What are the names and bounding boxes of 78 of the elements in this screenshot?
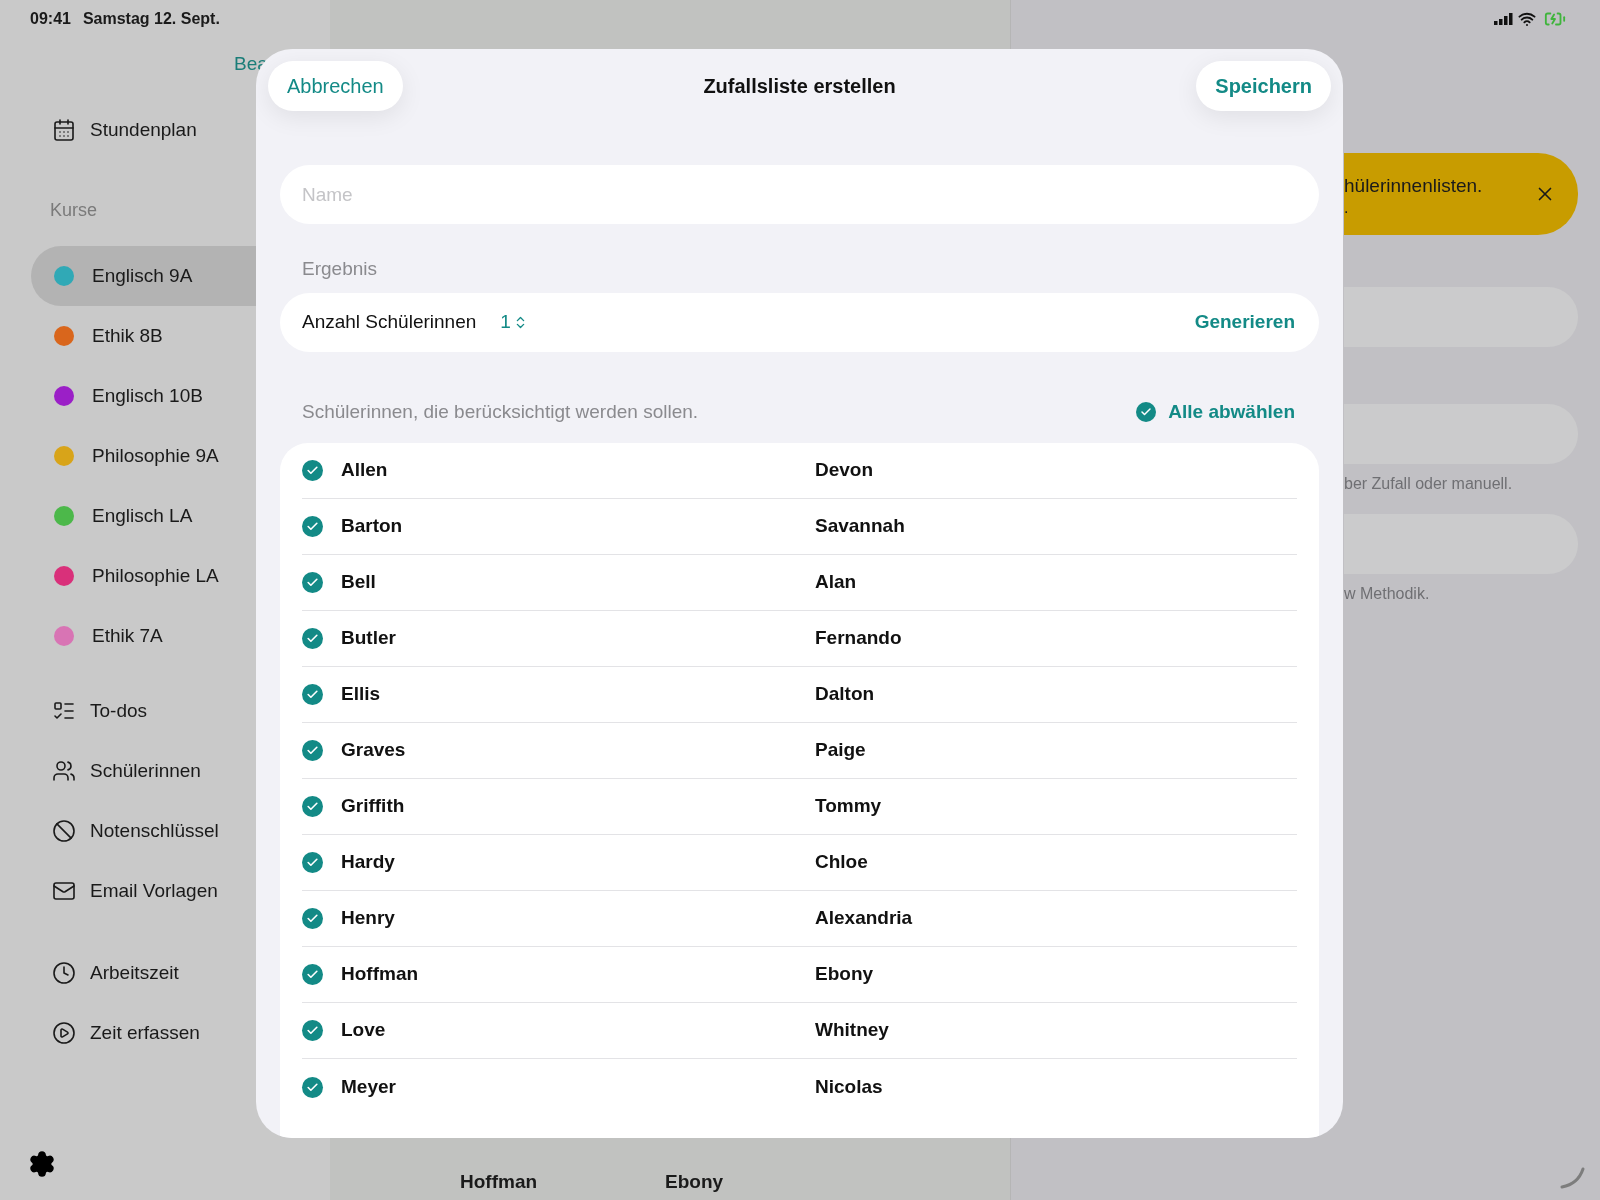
- checkmark-icon[interactable]: [302, 908, 323, 929]
- checkmark-icon[interactable]: [302, 684, 323, 705]
- first-name: Ebony: [815, 962, 874, 987]
- last-name: Griffith: [341, 794, 406, 819]
- deselect-all-button[interactable]: Alle abwählen: [1136, 397, 1295, 427]
- save-button[interactable]: Speichern: [1196, 61, 1331, 111]
- last-name: Hoffman: [341, 962, 420, 987]
- sidebar-item[interactable]: Schülerinnen: [90, 756, 201, 786]
- course-item[interactable]: Philosophie 9A: [31, 426, 330, 486]
- last-name: Bell: [341, 570, 377, 595]
- last-name: Butler: [341, 626, 397, 651]
- first-name: Devon: [815, 458, 874, 483]
- first-name: Savannah: [815, 514, 905, 539]
- checkmark-icon[interactable]: [302, 628, 323, 649]
- last-name: Ellis: [341, 682, 382, 707]
- settings-icon[interactable]: [28, 1150, 56, 1178]
- cancel-button[interactable]: Abbrechen: [268, 61, 403, 111]
- first-name: Nicolas: [815, 1074, 883, 1099]
- input-field[interactable]: [1344, 514, 1578, 574]
- name-field[interactable]: Name: [280, 165, 1319, 224]
- checkmark-icon[interactable]: [302, 572, 323, 593]
- first-name: Dalton: [815, 682, 875, 707]
- checkmark-icon[interactable]: [302, 796, 323, 817]
- banner-text: hülerinnenlisten.: [1344, 173, 1484, 198]
- last-name: Hardy: [341, 850, 396, 875]
- last-name: Graves: [341, 738, 407, 763]
- checkmark-icon[interactable]: [302, 740, 323, 761]
- last-name: Barton: [341, 514, 404, 539]
- wifi-icon: [1518, 10, 1536, 28]
- calendar-icon: [52, 118, 76, 142]
- first-name: Alexandria: [815, 906, 913, 931]
- sidebar-item[interactable]: Notenschlüssel: [90, 816, 219, 846]
- first-name: Fernando: [815, 626, 902, 651]
- first-name: Chloe: [815, 850, 868, 875]
- envelope-icon: [52, 879, 76, 903]
- people-icon: [52, 759, 76, 783]
- sidebar-item[interactable]: Arbeitszeit: [90, 958, 179, 988]
- first-name: Ebony: [665, 1169, 724, 1194]
- hint-text: ber Zufall oder manuell.: [1344, 474, 1514, 494]
- sidebar-item[interactable]: Stundenplan: [90, 115, 197, 145]
- checkmark-icon[interactable]: [302, 1020, 323, 1041]
- checkmark-icon[interactable]: [302, 1076, 323, 1098]
- input-field[interactable]: [1344, 404, 1578, 464]
- course-item[interactable]: Englisch LA: [31, 486, 330, 546]
- dialog-title: Zufallsliste erstellen: [703, 74, 896, 99]
- checkmark-icon[interactable]: [302, 964, 323, 985]
- clock-icon: [52, 961, 76, 985]
- input-field[interactable]: [1344, 287, 1578, 347]
- status-date: Samstag 12. Sept.: [82, 9, 220, 29]
- checkmark-icon[interactable]: [302, 516, 323, 537]
- checkmark-icon[interactable]: [302, 852, 323, 873]
- last-name: Love: [341, 1018, 387, 1043]
- last-name: Allen: [341, 458, 389, 483]
- hint-text: w Methodik.: [1344, 584, 1431, 604]
- play-icon: [52, 1021, 76, 1045]
- signal-icon: [1494, 13, 1514, 25]
- first-name: Alan: [815, 570, 857, 595]
- status-time: 09:41: [30, 9, 71, 29]
- section-label: Schülerinnen, die berücksichtigt werden sollen.: [302, 399, 699, 424]
- checkmark-icon: [1136, 402, 1157, 422]
- sidebar-item[interactable]: Email Vorlagen: [90, 876, 218, 906]
- count-stepper[interactable]: 1: [500, 308, 528, 337]
- sidebar-item[interactable]: Zeit erfassen: [90, 1018, 200, 1048]
- count-label: Anzahl Schülerinnen: [302, 310, 477, 335]
- last-name: Hoffman: [460, 1169, 539, 1194]
- last-name: Henry: [341, 906, 396, 931]
- first-name: Tommy: [815, 794, 882, 819]
- course-item[interactable]: Ethik 7A: [31, 606, 330, 666]
- generate-button[interactable]: Generieren: [1194, 308, 1295, 337]
- first-name: Paige: [815, 738, 866, 763]
- slashed-circle-icon: [52, 819, 76, 843]
- last-name: Meyer: [341, 1074, 397, 1099]
- checkmark-icon[interactable]: [302, 460, 323, 481]
- section-header: Kurse: [50, 198, 98, 222]
- first-name: Whitney: [815, 1018, 889, 1043]
- banner-text: .: [1344, 200, 1350, 217]
- course-item[interactable]: Philosophie LA: [31, 546, 330, 606]
- sidebar-item[interactable]: To-dos: [90, 696, 148, 726]
